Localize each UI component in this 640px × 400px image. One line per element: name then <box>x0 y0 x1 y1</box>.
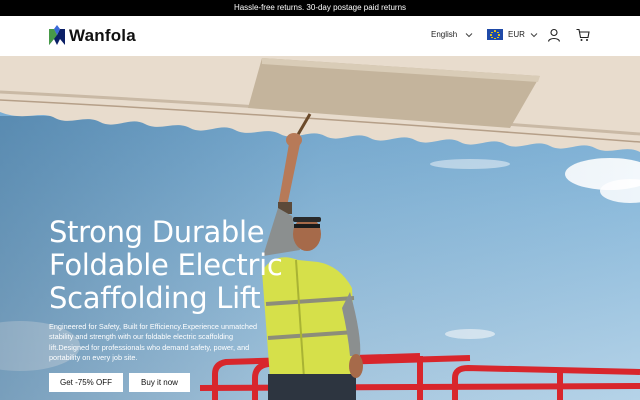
language-selector[interactable]: English <box>431 30 473 39</box>
brand-logo[interactable]: Wanfola <box>49 25 136 47</box>
currency-selector[interactable]: EUR <box>487 29 538 40</box>
chevron-down-icon <box>465 32 473 37</box>
get-discount-button[interactable]: Get -75% OFF <box>49 373 123 392</box>
announcement-bar: Hassle-free returns. 30-day postage paid… <box>0 0 640 16</box>
hero-banner: Strong Durable Foldable Electric Scaffol… <box>0 56 640 400</box>
language-label: English <box>431 30 458 39</box>
hero-title: Strong Durable Foldable Electric Scaffol… <box>49 215 283 315</box>
brand-name: Wanfola <box>69 26 136 45</box>
site-header: Wanfola English EUR <box>0 16 640 56</box>
eu-flag-icon <box>487 29 503 40</box>
logo-mark-icon <box>49 25 65 45</box>
currency-label: EUR <box>508 30 525 39</box>
buy-now-button[interactable]: Buy it now <box>129 373 190 392</box>
cart-icon[interactable] <box>576 28 590 42</box>
chevron-down-icon <box>530 32 538 37</box>
user-icon[interactable] <box>547 28 561 42</box>
hero-description: Engineered for Safety, Built for Efficie… <box>49 322 258 362</box>
